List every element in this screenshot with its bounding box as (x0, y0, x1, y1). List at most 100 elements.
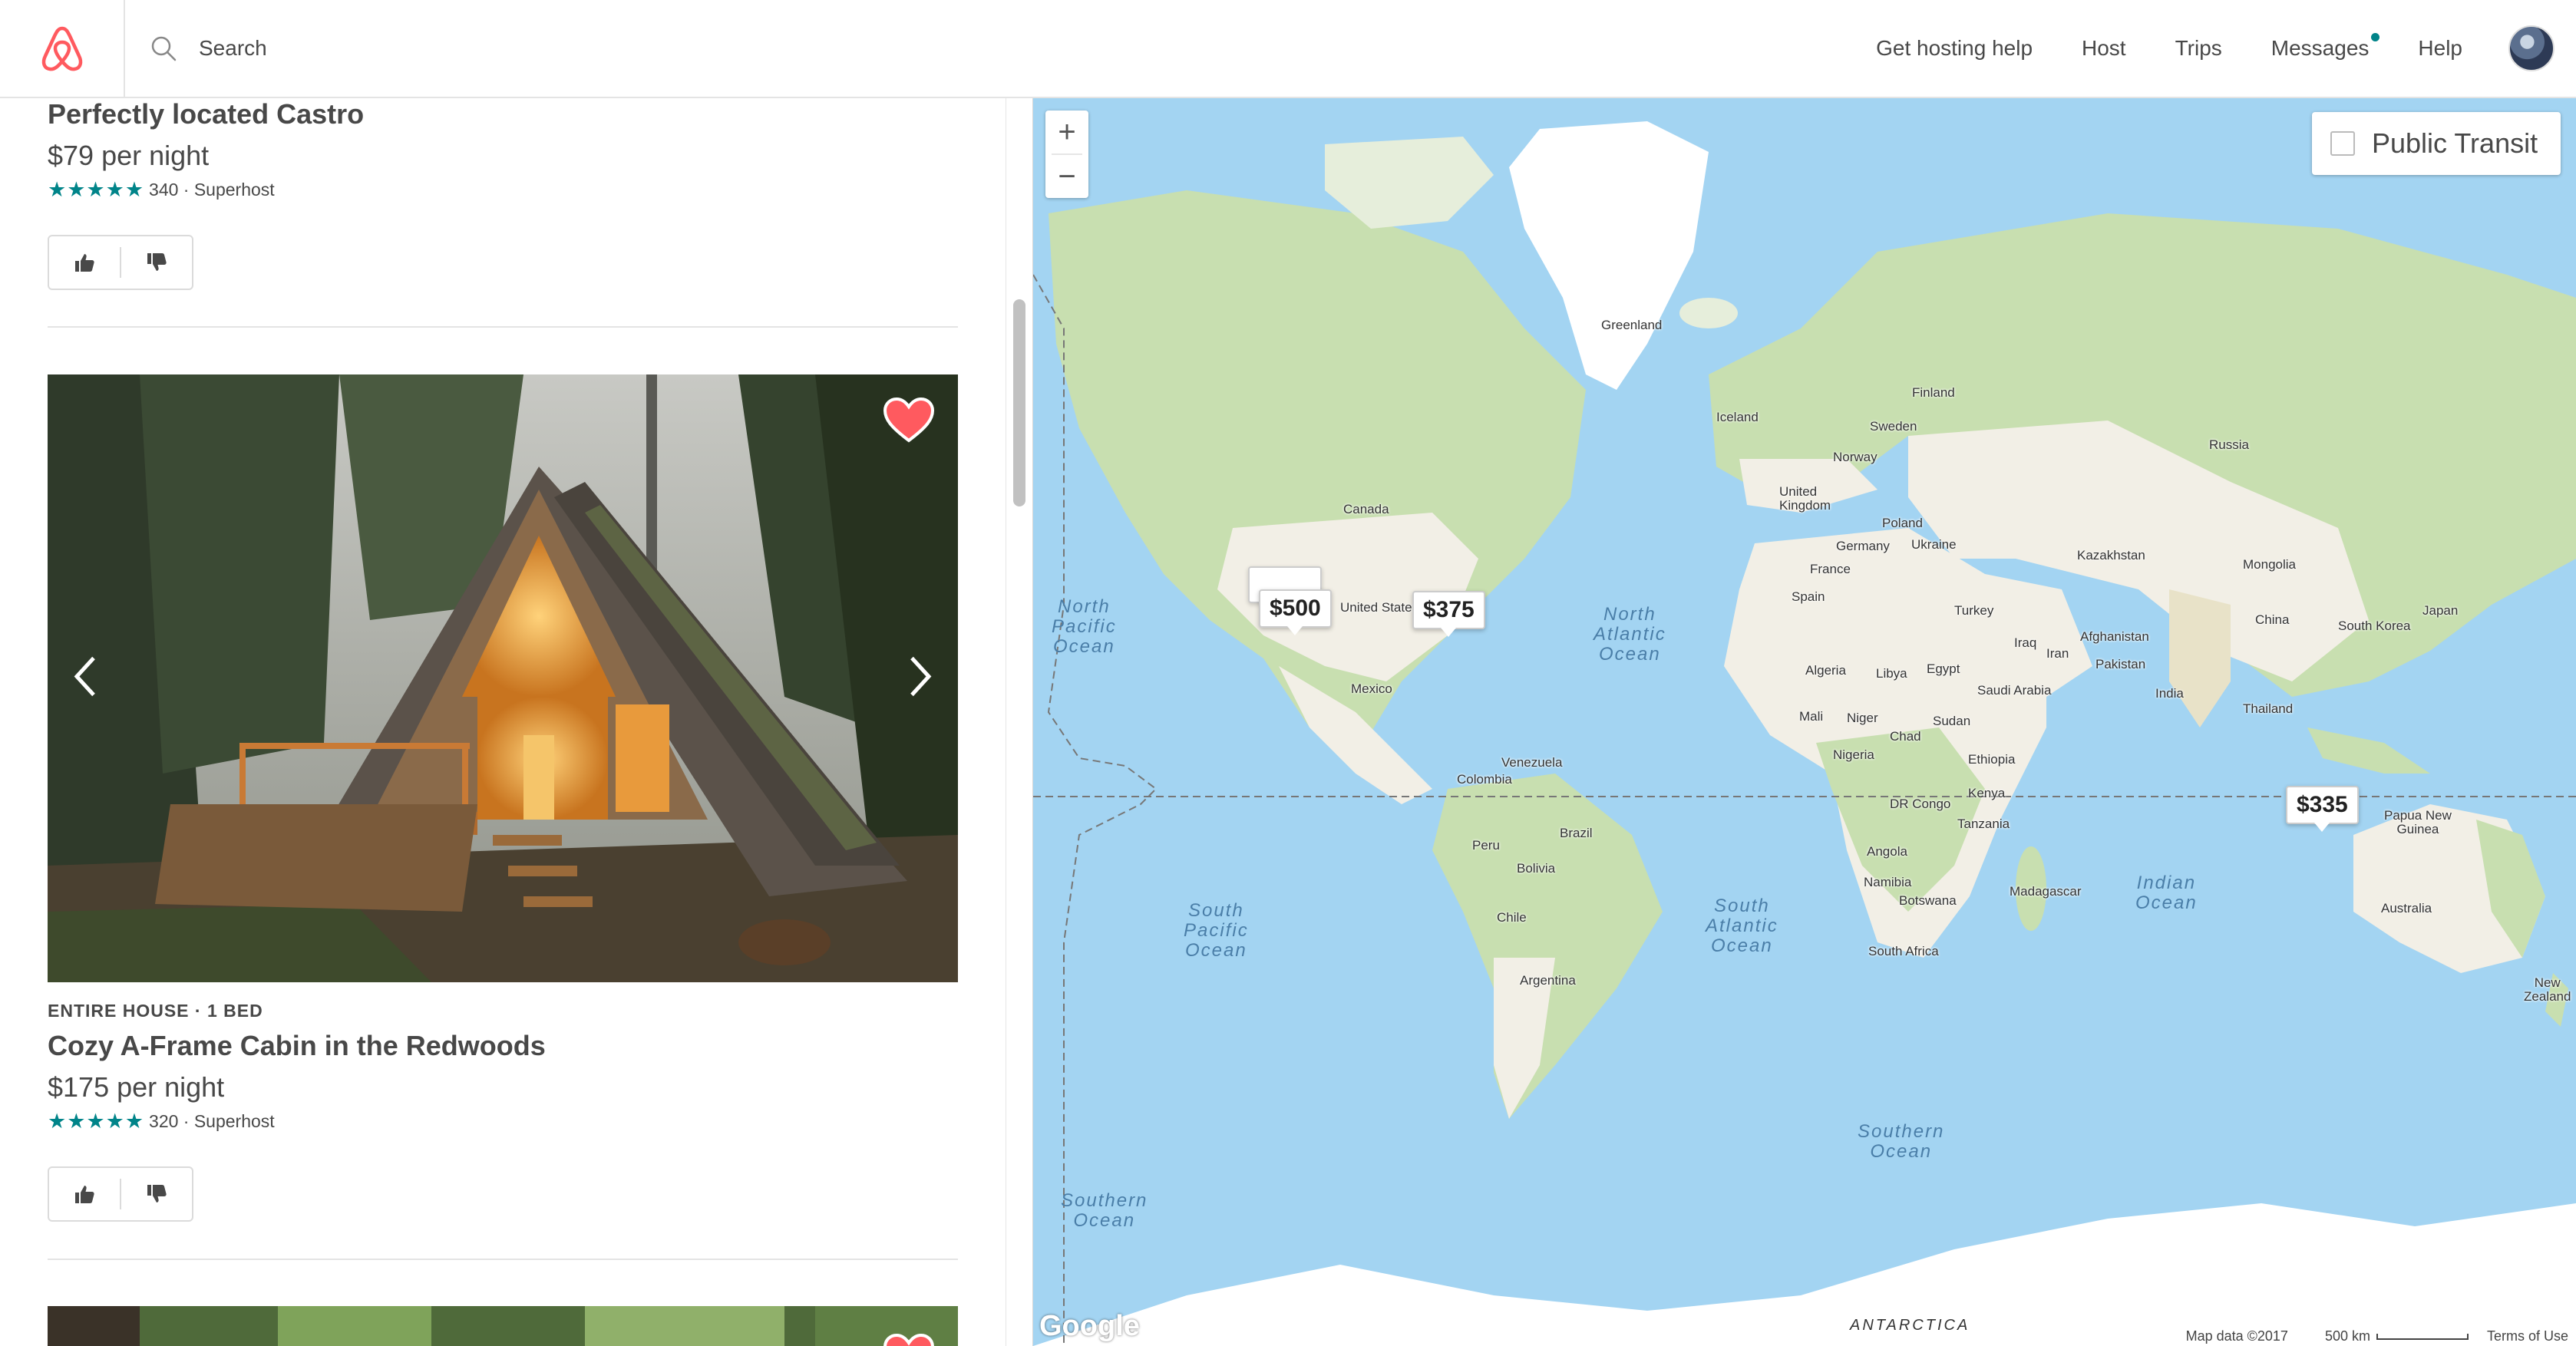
listing-rating: ★★★★★ 320 · Superhost (48, 1110, 275, 1133)
map-label: Peru (1472, 838, 1500, 853)
search-bar[interactable] (150, 29, 659, 68)
map-label: Poland (1882, 516, 1923, 530)
a-frame-cabin-photo (48, 374, 958, 982)
ocean-label: Southern Ocean (1858, 1121, 1945, 1162)
top-navigation-bar: Get hosting help Host Trips Messages Hel… (0, 0, 2576, 98)
scrollbar-thumb[interactable] (1013, 299, 1025, 506)
map-label: Chile (1497, 910, 1527, 925)
map-label: Brazil (1560, 826, 1593, 840)
next-photo-button[interactable] (907, 654, 935, 704)
price-pin[interactable]: $375 (1412, 591, 1485, 637)
nav-messages[interactable]: Messages (2271, 33, 2380, 61)
map-label: Norway (1833, 450, 1878, 464)
map-label: New Zealand (2524, 975, 2571, 1004)
zoom-controls: + − (1045, 111, 1088, 198)
map-label: Sweden (1870, 419, 1917, 434)
nav-get-hosting-help[interactable]: Get hosting help (1876, 36, 2033, 61)
zoom-in-button[interactable]: + (1045, 111, 1088, 153)
map-label: Namibia (1864, 875, 1912, 889)
map-label: Colombia (1457, 772, 1512, 787)
thumbs-down-button[interactable] (121, 1168, 192, 1220)
user-avatar[interactable] (2508, 25, 2555, 71)
map-scale: 500 km (2307, 1328, 2469, 1344)
listing-photo[interactable] (48, 1306, 958, 1346)
vote-buttons (48, 235, 193, 290)
map-label: Canada (1343, 502, 1389, 516)
airbnb-logo-icon[interactable] (0, 0, 125, 97)
rating-stars-icon: ★★★★★ (48, 1110, 145, 1133)
map-label: Libya (1876, 666, 1907, 681)
search-icon (151, 36, 177, 61)
map-scale-bar (2376, 1333, 2469, 1340)
map-label: Madagascar (2010, 884, 2082, 899)
rating-text: 340 · Superhost (149, 180, 275, 200)
map-label: Mexico (1351, 681, 1392, 696)
map-label: ANTARCTICA (1850, 1317, 1970, 1334)
map-label: India (2155, 686, 2184, 701)
price-pin[interactable]: $500 (1259, 589, 1332, 635)
map-label: Iceland (1716, 410, 1759, 424)
rating-text: 320 · Superhost (149, 1111, 275, 1131)
google-logo: Google (1039, 1310, 1140, 1342)
map-label: Afghanistan (2080, 629, 2149, 644)
ocean-label: South Atlantic Ocean (1706, 896, 1778, 956)
map-label: Ethiopia (1968, 752, 2016, 767)
thumbs-down-icon (147, 253, 167, 271)
terms-of-use-link[interactable]: Terms of Use (2487, 1328, 2568, 1344)
rating-stars-icon: ★★★★★ (48, 178, 145, 201)
map-label: South Korea (2338, 619, 2411, 633)
previous-photo-button[interactable] (71, 654, 98, 704)
listing-price: $175 per night (48, 1071, 225, 1103)
map-label: DR Congo (1890, 797, 1951, 811)
thumbs-up-icon (75, 254, 94, 272)
listing-type: ENTIRE HOUSE · 1 BED (48, 1001, 263, 1021)
listing-rating: ★★★★★ 340 · Superhost (48, 178, 275, 202)
map-data-text: Map data ©2017 (2185, 1328, 2288, 1344)
listings-panel: Perfectly located Castro $79 per night ★… (0, 98, 1006, 1346)
chevron-left-icon (74, 656, 95, 697)
nav-host[interactable]: Host (2082, 36, 2126, 61)
price-pin[interactable]: $335 (2286, 786, 2359, 832)
map-label: Egypt (1927, 661, 1960, 676)
map-label: Angola (1867, 844, 1907, 859)
ocean-label: South Pacific Ocean (1184, 900, 1249, 961)
map-label: United States (1340, 600, 1419, 615)
thumbs-up-button[interactable] (49, 236, 120, 289)
heart-icon (883, 1333, 934, 1346)
save-heart-button[interactable] (883, 397, 935, 447)
nav-help[interactable]: Help (2418, 36, 2462, 61)
map-label: Iran (2046, 646, 2069, 661)
map-label: Niger (1847, 711, 1878, 725)
ocean-label: Southern Ocean (1061, 1190, 1148, 1231)
map-label: Papua New Guinea (2384, 808, 2452, 836)
search-input[interactable] (199, 36, 659, 61)
save-heart-button[interactable] (883, 1333, 935, 1346)
listing-photo[interactable] (48, 374, 958, 982)
unread-indicator-dot (2371, 33, 2380, 41)
forest-photo (48, 1306, 958, 1346)
map-panel[interactable]: Greenland Iceland Finland Sweden Norway … (1033, 98, 2576, 1346)
map-label: Kazakhstan (2077, 548, 2145, 562)
listing-title[interactable]: Cozy A-Frame Cabin in the Redwoods (48, 1030, 546, 1062)
thumbs-down-button[interactable] (121, 236, 192, 289)
listing-divider (48, 326, 958, 328)
ocean-label: Indian Ocean (2135, 873, 2198, 913)
map-label: Finland (1912, 385, 1955, 400)
map-label: Sudan (1933, 714, 1971, 728)
public-transit-toggle[interactable]: Public Transit (2312, 112, 2561, 175)
zoom-out-button[interactable]: − (1045, 155, 1088, 198)
map-label: Botswana (1899, 893, 1957, 908)
nav-trips[interactable]: Trips (2175, 36, 2222, 61)
vote-buttons (48, 1166, 193, 1222)
map-label: South Africa (1868, 944, 1939, 958)
map-label: Germany (1836, 539, 1890, 553)
map-label: China (2255, 612, 2290, 627)
listing-title[interactable]: Perfectly located Castro (48, 98, 364, 130)
map-label: Australia (2381, 901, 2432, 915)
map-label: Venezuela (1501, 755, 1563, 770)
thumbs-up-button[interactable] (49, 1168, 120, 1220)
map-label: Greenland (1601, 318, 1663, 332)
listings-scrollbar[interactable] (1006, 98, 1033, 1346)
map-label: Nigeria (1833, 747, 1874, 762)
public-transit-checkbox[interactable] (2330, 131, 2355, 156)
